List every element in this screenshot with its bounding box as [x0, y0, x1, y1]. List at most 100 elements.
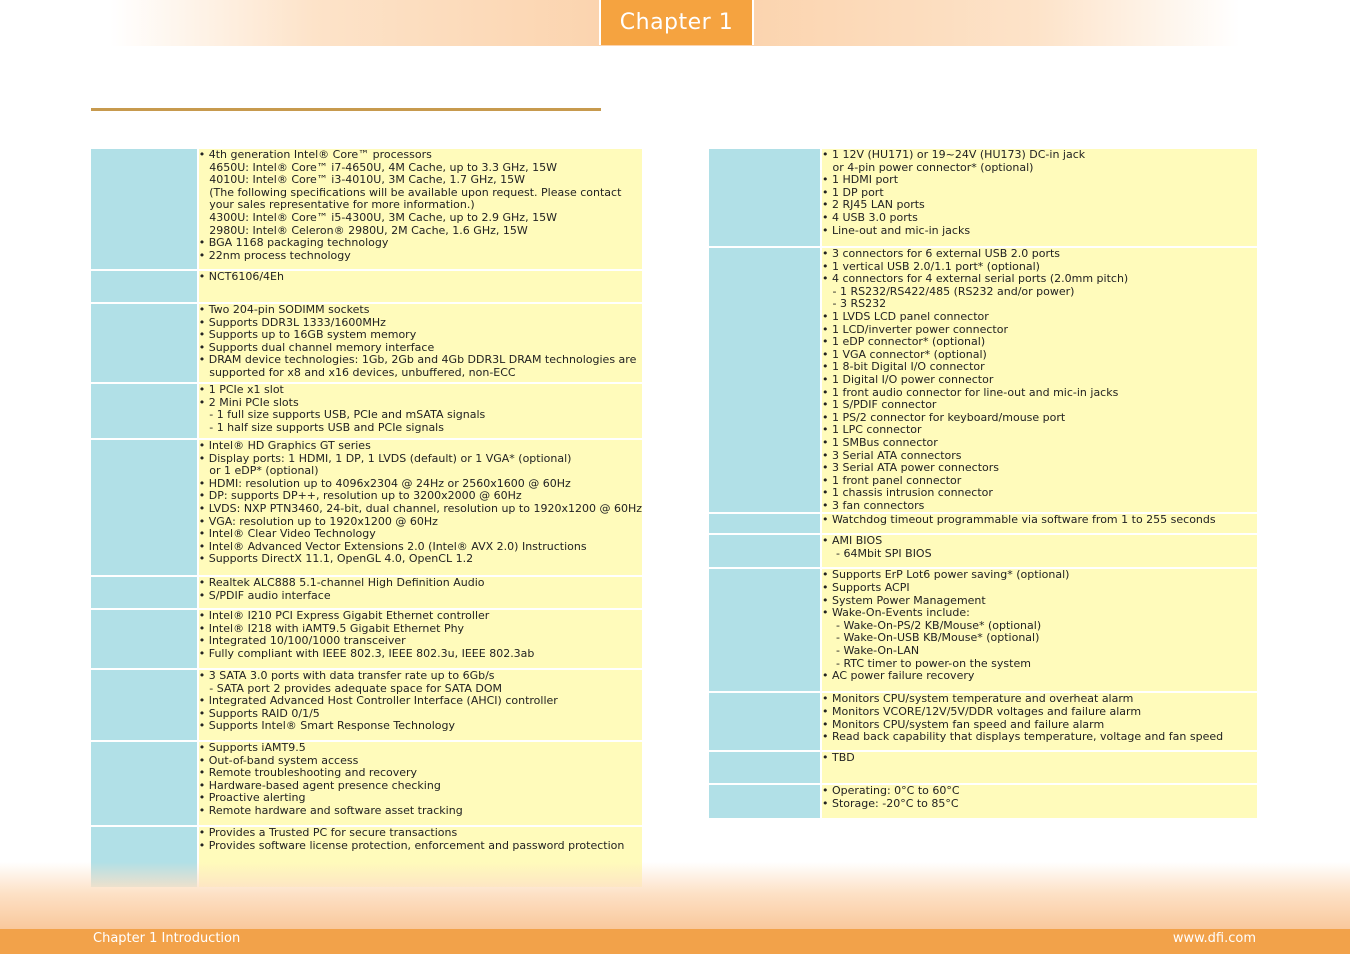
spec-content-cell: • Supports ErP Lot6 power saving* (optio… — [820, 568, 1257, 693]
spec-line: • Supports DirectX 11.1, OpenGL 4.0, Ope… — [198, 552, 474, 566]
spec-line: • Supports up to 16GB system memory — [198, 328, 417, 342]
spec-line: • Supports iAMT9.5 — [198, 741, 306, 754]
spec-content-cell: • 3 SATA 3.0 ports with data transfer ra… — [196, 669, 642, 741]
spec-line: • 1 eDP connector* (optional) — [822, 335, 986, 349]
spec-line: - 1 half size supports USB and PCIe sign… — [198, 420, 444, 434]
spec-content-cell: • Operating: 0°C to 60°C • Storage: -20°C… — [820, 784, 1257, 820]
spec-row: • 3 SATA 3.0 ports with data transfer ra… — [91, 669, 642, 741]
footer-bar: Chapter 1 Introduction www.dfi.com — [0, 929, 1350, 954]
spec-line: - 64Mbit SPI BIOS — [822, 547, 932, 561]
spec-line: • Remote hardware and software asset tra… — [198, 803, 463, 817]
spec-label-cell — [91, 609, 198, 669]
spec-label-cell — [91, 576, 198, 609]
spec-line: 4300U: Intel® Core™ i5-4300U, 3M Cache, … — [198, 210, 557, 224]
spec-line: • Provides a Trusted PC for secure trans… — [198, 826, 458, 839]
spec-label-cell — [709, 247, 821, 514]
spec-row: • Supports ErP Lot6 power saving* (optio… — [709, 568, 1257, 693]
spec-line: • Intel® Clear Video Technology — [198, 527, 376, 541]
spec-line: • 1 SMBus connector — [822, 435, 938, 449]
spec-row: • 1 12V (HU171) or 19~24V (HU173) DC-in … — [709, 148, 1257, 247]
spec-line: • 4th generation Intel® Core™ processors — [198, 148, 432, 161]
spec-line: • Wake-On-Events include: — [822, 606, 970, 620]
spec-line: • Realtek ALC888 5.1-channel High Defini… — [198, 576, 485, 589]
spec-line: - 1 RS232/RS422/485 (RS232 and/or power) — [822, 284, 1075, 298]
spec-row: • TBD — [709, 751, 1257, 785]
spec-line: • 4 connectors for 4 external serial por… — [822, 272, 1129, 286]
spec-label-cell — [709, 534, 821, 569]
spec-line: • 1 12V (HU171) or 19~24V (HU173) DC-in … — [822, 148, 1086, 161]
spec-label-cell — [91, 669, 198, 741]
spec-row: • Two 204-pin SODIMM sockets • Supports D… — [91, 303, 642, 383]
spec-line: • S/PDIF audio interface — [198, 588, 331, 602]
spec-line: • Monitors VCORE/12V/5V/DDR voltages and… — [822, 705, 1142, 719]
spec-line: • Intel® I210 PCI Express Gigabit Ethern… — [198, 609, 490, 622]
spec-line: • 3 Serial ATA power connectors — [822, 461, 999, 475]
spec-line: • Read back capability that displays tem… — [822, 730, 1224, 744]
spec-line: • Supports ACPI — [822, 581, 910, 595]
spec-line: • Line-out and mic-in jacks — [822, 223, 971, 237]
spec-line: • Integrated Advanced Host Controller In… — [198, 694, 558, 708]
right-spec-table: • 1 12V (HU171) or 19~24V (HU173) DC-in … — [709, 148, 1257, 820]
spec-row: • Realtek ALC888 5.1-channel High Defini… — [91, 576, 642, 609]
footer-chapter-label: Chapter 1 Introduction — [93, 931, 241, 946]
spec-line: • 1 Digital I/O power connector — [822, 372, 994, 386]
spec-line: • 1 LVDS LCD panel connector — [822, 309, 989, 323]
spec-line: - 1 full size supports USB, PCIe and mSA… — [198, 408, 486, 422]
spec-row: • Monitors CPU/system temperature and ov… — [709, 692, 1257, 752]
spec-label-cell — [91, 149, 198, 270]
spec-label-cell — [91, 303, 198, 383]
spec-line: • Integrated 10/100/1000 transceiver — [198, 634, 406, 648]
spec-line: • AC power failure recovery — [822, 669, 975, 683]
spec-label-cell — [709, 568, 821, 693]
spec-line: or 1 eDP* (optional) — [198, 464, 319, 478]
spec-line: • 3 fan connectors — [822, 498, 925, 512]
spec-line: • Fully compliant with IEEE 802.3, IEEE … — [198, 646, 535, 660]
spec-line: supported for x8 and x16 devices, unbuff… — [198, 365, 516, 379]
spec-label-cell — [91, 270, 198, 303]
spec-row: • 1 PCIe x1 slot • 2 Mini PCIe slots - 1 … — [91, 383, 642, 439]
spec-content-cell: • Supports iAMT9.5 • Out-of-band system a… — [196, 741, 642, 826]
spec-line: • 1 S/PDIF connector — [822, 398, 937, 412]
spec-line: • 4 USB 3.0 ports — [822, 210, 918, 224]
spec-line: • Two 204-pin SODIMM sockets — [198, 303, 370, 316]
spec-line: • LVDS: NXP PTN3460, 24-bit, dual channe… — [198, 501, 642, 515]
spec-line: 4010U: Intel® Core™ i3-4010U, 3M Cache, … — [198, 173, 525, 187]
spec-content-cell: • 1 12V (HU171) or 19~24V (HU173) DC-in … — [820, 148, 1257, 247]
spec-line: • 22nm process technology — [198, 248, 351, 262]
spec-content-cell: • AMI BIOS - 64Mbit SPI BIOS — [820, 534, 1257, 569]
spec-content-cell: • NCT6106/4Eh — [196, 270, 642, 303]
spec-row: • NCT6106/4Eh — [91, 270, 642, 303]
spec-line: • Supports Intel® Smart Response Technol… — [198, 719, 455, 733]
spec-label-cell — [91, 741, 198, 826]
spec-line: • Watchdog timeout programmable via soft… — [822, 513, 1216, 527]
spec-line: • TBD — [822, 751, 855, 765]
spec-row: • Supports iAMT9.5 • Out-of-band system a… — [91, 741, 642, 826]
spec-content-cell: • Intel® HD Graphics GT series • Display … — [196, 439, 642, 576]
spec-row: • Operating: 0°C to 60°C • Storage: -20°C… — [709, 784, 1257, 820]
section-title-rule — [91, 108, 601, 111]
spec-label-cell — [91, 383, 198, 439]
spec-content-cell: • 4th generation Intel® Core™ processors… — [196, 148, 642, 270]
spec-label-cell — [709, 149, 821, 247]
spec-label-cell — [709, 692, 821, 752]
spec-content-cell: • Monitors CPU/system temperature and ov… — [820, 692, 1257, 752]
spec-content-cell: • Intel® I210 PCI Express Gigabit Ethern… — [196, 609, 642, 669]
spec-label-cell — [709, 751, 821, 785]
left-spec-table: • 4th generation Intel® Core™ processors… — [91, 148, 642, 889]
spec-content-cell: • TBD — [820, 751, 1257, 785]
footer-gradient-band — [0, 862, 1350, 932]
spec-label-cell — [709, 784, 821, 820]
spec-line: - Wake-On-LAN — [822, 644, 920, 658]
spec-content-cell: • 1 PCIe x1 slot • 2 Mini PCIe slots - 1 … — [196, 383, 642, 439]
spec-content-cell: • Realtek ALC888 5.1-channel High Defini… — [196, 576, 642, 609]
spec-content-cell: • 3 connectors for 6 external USB 2.0 po… — [820, 247, 1257, 514]
spec-label-cell — [709, 513, 821, 535]
spec-row: • 3 connectors for 6 external USB 2.0 po… — [709, 247, 1257, 514]
spec-row: • Watchdog timeout programmable via soft… — [709, 513, 1257, 535]
spec-line: • Intel® HD Graphics GT series — [198, 439, 371, 452]
spec-line: • 1 PCIe x1 slot — [198, 383, 284, 396]
spec-line: • 3 SATA 3.0 ports with data transfer ra… — [198, 669, 495, 682]
spec-line: • NCT6106/4Eh — [198, 270, 284, 283]
chapter-tab: Chapter 1 — [599, 0, 754, 45]
spec-content-cell: • Watchdog timeout programmable via soft… — [820, 513, 1257, 535]
